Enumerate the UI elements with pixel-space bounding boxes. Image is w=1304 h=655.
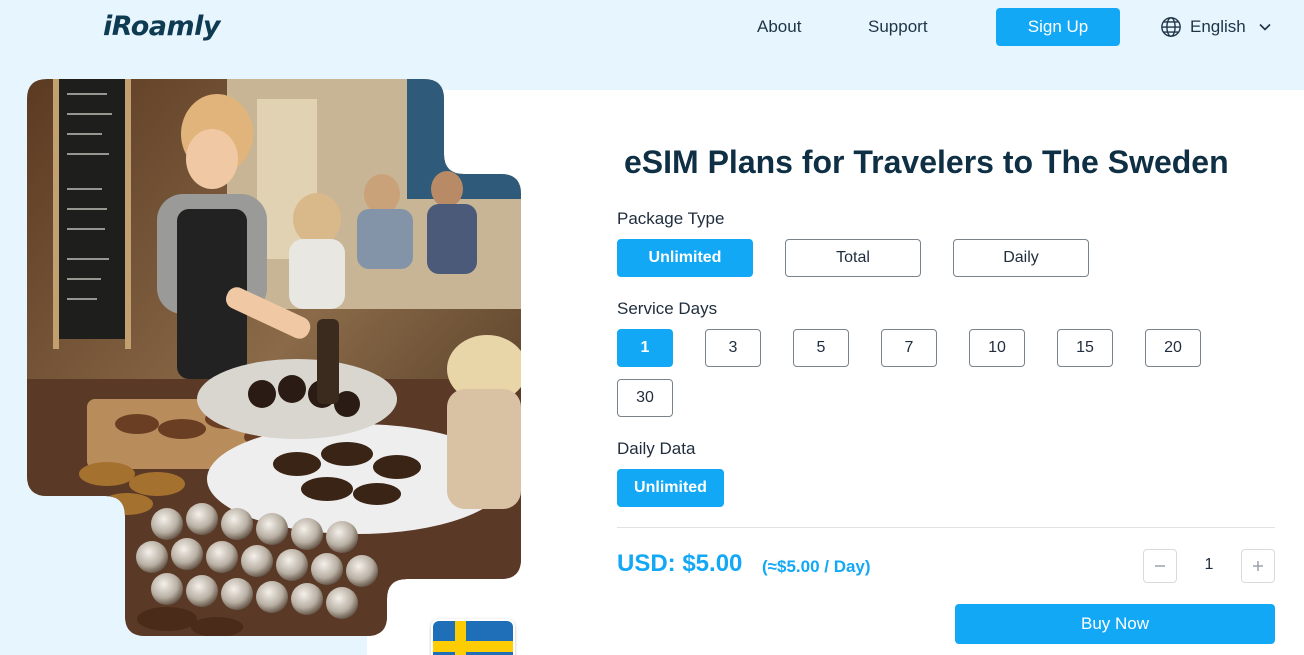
days-option-10[interactable]: 10: [969, 329, 1025, 367]
days-option-7[interactable]: 7: [881, 329, 937, 367]
days-option-1[interactable]: 1: [617, 329, 673, 367]
days-option-20[interactable]: 20: [1145, 329, 1201, 367]
price-per-day: (≈$5.00 / Day): [762, 557, 871, 576]
globe-icon: [1161, 17, 1181, 37]
package-option-total[interactable]: Total: [785, 239, 921, 277]
language-label: English: [1190, 17, 1246, 36]
quantity-increase-button[interactable]: [1241, 549, 1275, 583]
price-total: USD: $5.00: [617, 550, 743, 577]
iroamly-logo[interactable]: iRoamly: [103, 11, 220, 42]
page-title: eSIM Plans for Travelers to The Sweden: [624, 144, 1229, 180]
service-days-label: Service Days: [617, 299, 718, 318]
sweden-flag-icon: [433, 621, 513, 655]
language-selector[interactable]: English: [1160, 14, 1272, 40]
daily-data-option-unlimited[interactable]: Unlimited: [617, 469, 724, 507]
sign-up-button[interactable]: Sign Up: [996, 8, 1120, 46]
nav-support-link[interactable]: Support: [868, 17, 928, 37]
hero-photo: [27, 79, 521, 655]
minus-icon: [1155, 565, 1165, 567]
days-option-15[interactable]: 15: [1057, 329, 1113, 367]
divider: [617, 527, 1275, 528]
package-option-daily[interactable]: Daily: [953, 239, 1089, 277]
days-option-30[interactable]: 30: [617, 379, 673, 417]
package-option-unlimited[interactable]: Unlimited: [617, 239, 753, 277]
days-option-3[interactable]: 3: [705, 329, 761, 367]
chevron-down-icon: [1259, 23, 1271, 31]
sweden-market-photo: [27, 79, 521, 636]
quantity-value[interactable]: 1: [1177, 556, 1241, 574]
top-navbar: iRoamly About Support Sign Up English: [0, 0, 1304, 60]
days-option-5[interactable]: 5: [793, 329, 849, 367]
daily-data-label: Daily Data: [617, 439, 696, 458]
plus-icon: [1253, 561, 1263, 571]
sweden-flag-card: [431, 619, 515, 655]
buy-now-button[interactable]: Buy Now: [955, 604, 1275, 644]
nav-about-link[interactable]: About: [757, 17, 801, 37]
quantity-decrease-button[interactable]: [1143, 549, 1177, 583]
package-type-label: Package Type: [617, 209, 725, 228]
